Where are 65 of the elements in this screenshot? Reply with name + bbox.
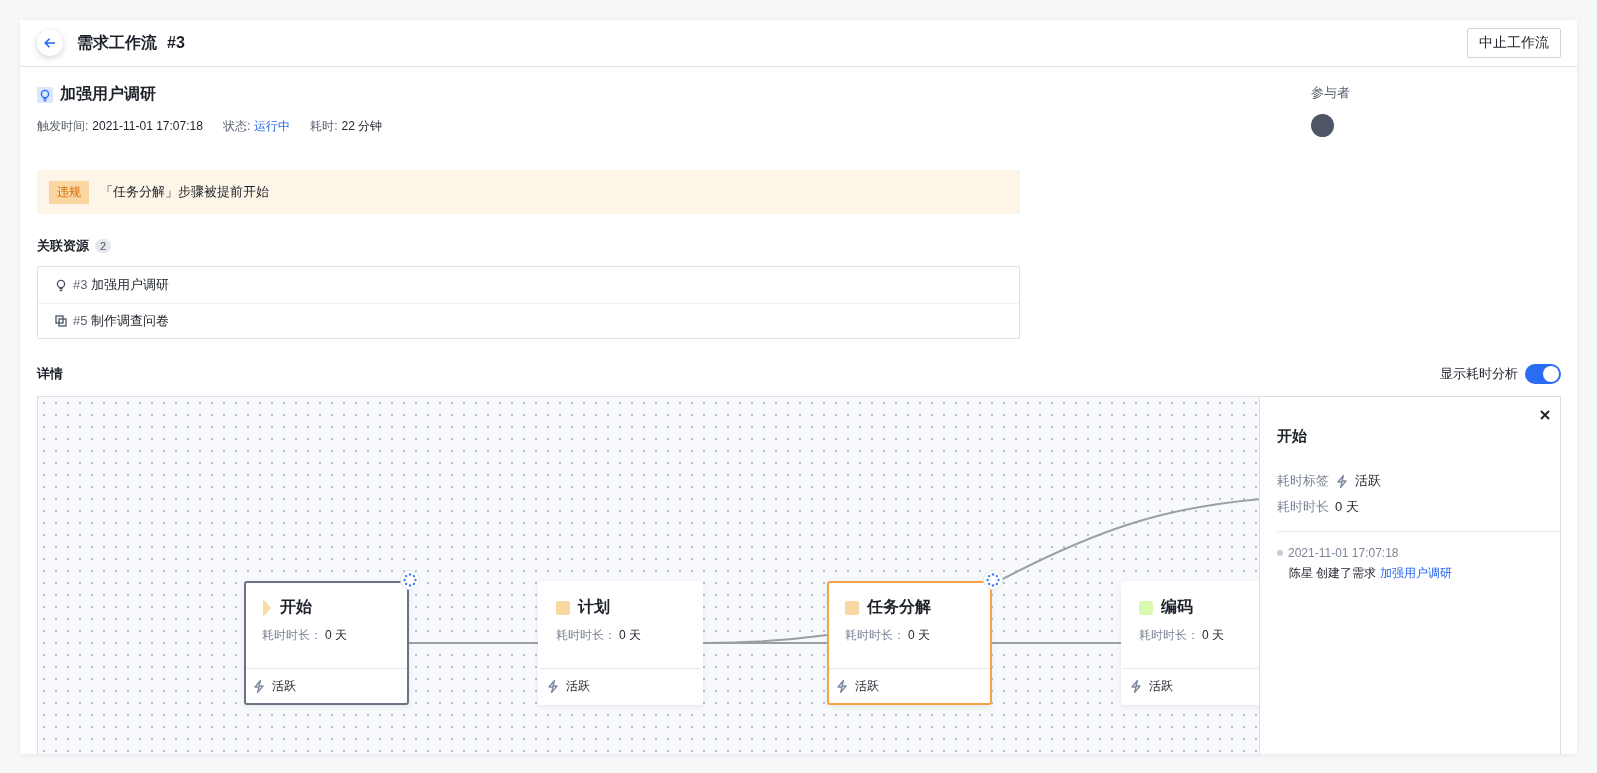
flow-node[interactable]: 计划 耗时时长： 0 天 活跃 — [538, 581, 703, 705]
square-marker-icon — [556, 600, 570, 615]
toggle-label: 显示耗时分析 — [1440, 365, 1518, 383]
lightning-icon — [546, 679, 560, 693]
demand-title: 加强用户调研 — [60, 84, 156, 104]
copy-icon — [54, 313, 68, 328]
node-title: 开始 — [280, 597, 312, 617]
flow-node[interactable]: 编码 耗时时长： 0 天 活跃 — [1121, 581, 1259, 705]
panel-title: 开始 — [1277, 427, 1308, 446]
duration-value: 0 天 — [619, 628, 641, 642]
node-title: 计划 — [578, 597, 610, 617]
field-value: 活跃 — [1355, 472, 1381, 490]
node-title: 任务分解 — [867, 597, 931, 617]
demand-link[interactable]: 加强用户调研 — [1380, 566, 1453, 580]
square-marker-icon — [1139, 600, 1153, 615]
activity-tag: 活跃 — [1149, 677, 1173, 695]
stop-workflow-button[interactable]: 中止工作流 — [1467, 28, 1561, 58]
log-message: 陈星 创建了需求 — [1289, 566, 1377, 580]
violation-tag: 违规 — [49, 180, 89, 204]
square-marker-icon — [845, 600, 859, 615]
duration-label: 耗时时长： — [262, 628, 322, 642]
lightbulb-icon — [54, 277, 68, 292]
status-value: 运行中 — [254, 119, 291, 133]
resource-link[interactable]: #3 加强用户调研 — [73, 275, 170, 294]
field-label: 耗时时长 — [1277, 498, 1329, 516]
back-arrow-icon — [44, 37, 56, 49]
section-title: 详情 — [37, 365, 63, 383]
back-button[interactable] — [37, 30, 63, 56]
meta-label: 状态: — [222, 119, 251, 133]
flow-node[interactable]: 任务分解 耗时时长： 0 天 活跃 — [827, 581, 992, 705]
lightning-icon — [1335, 474, 1349, 488]
toggle-switch[interactable] — [1525, 364, 1561, 384]
page-title: 需求工作流 — [77, 32, 157, 53]
meta-value: 22 分钟 — [341, 119, 383, 133]
duration-label: 耗时时长： — [845, 628, 905, 642]
field-label: 耗时标签 — [1277, 472, 1329, 490]
participants-label: 参与者 — [1311, 84, 1350, 102]
duration-value: 0 天 — [908, 628, 930, 642]
meta-label: 耗时: — [310, 119, 338, 133]
timeline-dot — [1277, 550, 1283, 556]
workflow-number: #3 — [167, 34, 185, 52]
field-value: 0 天 — [1335, 498, 1359, 516]
node-title: 编码 — [1161, 597, 1193, 617]
activity-tag: 活跃 — [566, 677, 590, 695]
flow-node[interactable]: 开始 耗时时长： 0 天 活跃 — [244, 581, 409, 705]
duration-label: 耗时时长： — [1139, 628, 1199, 642]
duration-value: 0 天 — [325, 628, 347, 642]
meta-label: 触发时间: — [37, 119, 89, 133]
duration-label: 耗时时长： — [556, 628, 616, 642]
alert-message: 「任务分解」步骤被提前开始 — [100, 183, 269, 201]
activity-tag: 活跃 — [272, 677, 296, 695]
close-icon[interactable] — [1540, 410, 1550, 420]
log-time: 2021-11-01 17:07:18 — [1288, 546, 1399, 560]
lightning-icon — [252, 679, 266, 693]
triangle-marker-icon — [262, 598, 272, 617]
duration-value: 0 天 — [1202, 628, 1224, 642]
meta-value: 2021-11-01 17:07:18 — [92, 119, 203, 133]
count-badge: 2 — [95, 239, 112, 253]
lightning-icon — [1129, 679, 1143, 693]
avatar[interactable] — [1311, 114, 1334, 137]
lightbulb-icon — [37, 86, 53, 103]
section-title: 关联资源 — [37, 237, 89, 255]
lightning-icon — [835, 679, 849, 693]
resource-link[interactable]: #5 制作调查问卷 — [73, 311, 170, 330]
activity-tag: 活跃 — [855, 677, 879, 695]
